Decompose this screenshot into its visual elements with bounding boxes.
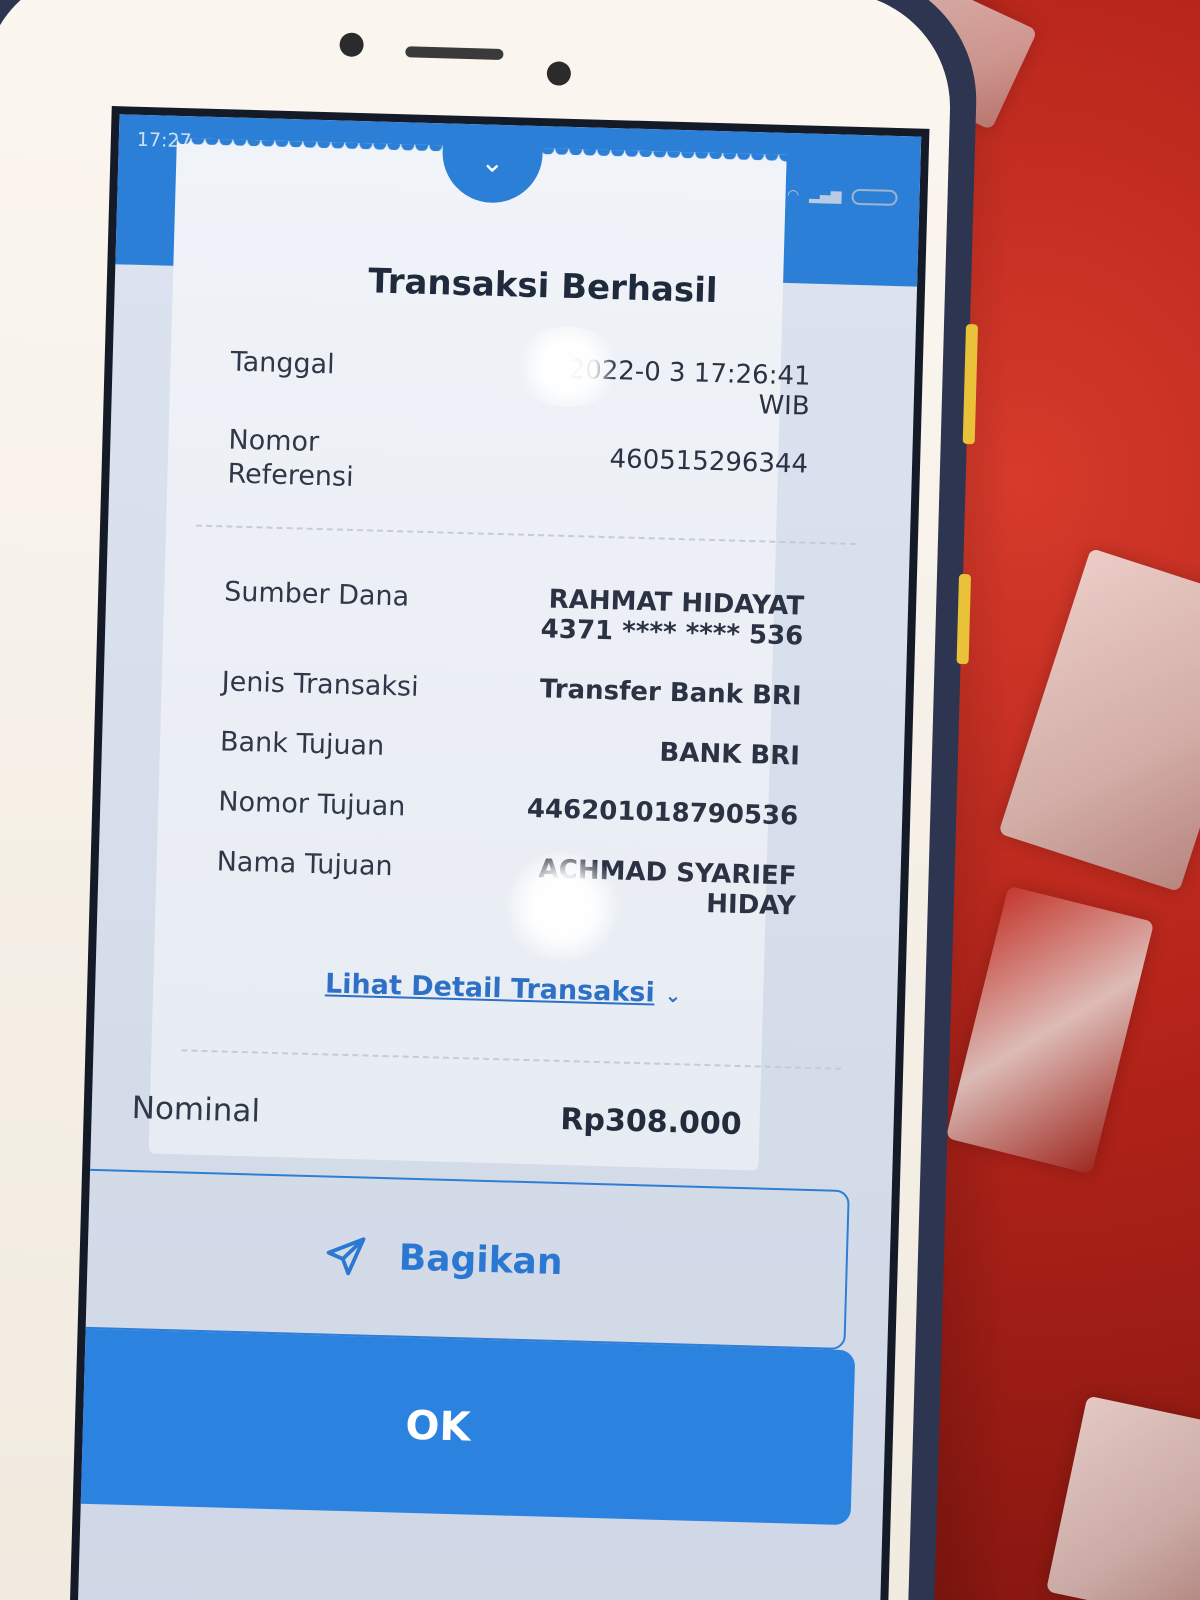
phone: 17:27 ••• ✱ ◠ ▂▄▆ Transaksi Berhasil Tan… xyxy=(0,0,980,1600)
row-nomor-referensi: Nomor Referensi 460515296344 xyxy=(227,423,809,507)
nama-tujuan-label: Nama Tujuan xyxy=(216,846,394,883)
battery-icon xyxy=(851,188,898,207)
share-button[interactable]: Bagikan xyxy=(68,1167,850,1351)
ok-button-label: OK xyxy=(404,1402,472,1451)
ok-button[interactable]: OK xyxy=(68,1327,856,1526)
signal-icon: ▂▄▆ xyxy=(809,187,842,205)
sumber-dana-value: RAHMAT HIDAYAT 4371 **** **** 536 xyxy=(540,584,804,651)
row-nomor-tujuan: Nomor Tujuan 446201018790536 xyxy=(218,785,799,835)
nomor-tujuan-label: Nomor Tujuan xyxy=(217,786,406,823)
row-sumber-dana: Sumber Dana RAHMAT HIDAYAT 4371 **** ***… xyxy=(223,575,805,651)
chevron-down-icon: ⌄ xyxy=(480,145,505,180)
power-button xyxy=(956,573,972,665)
row-jenis-transaksi: Jenis Transaksi Transfer Bank BRI xyxy=(221,665,802,715)
nomor-referensi-label-line2: Referensi xyxy=(227,458,355,493)
share-button-label: Bagikan xyxy=(398,1237,564,1283)
wifi-icon: ◠ xyxy=(786,186,800,204)
jenis-transaksi-value: Transfer Bank BRI xyxy=(539,674,802,712)
bank-tujuan-value: BANK BRI xyxy=(659,737,801,772)
jenis-transaksi-label: Jenis Transaksi xyxy=(221,666,420,703)
row-bank-tujuan: Bank Tujuan BANK BRI xyxy=(220,725,801,775)
receipt-divider xyxy=(196,524,856,546)
bank-tujuan-label: Bank Tujuan xyxy=(219,726,385,762)
receipt-divider xyxy=(181,1049,842,1070)
nominal-label: Nominal xyxy=(131,1090,261,1130)
tanggal-label: Tanggal xyxy=(230,346,336,381)
chevron-down-icon: ⌄ xyxy=(664,982,682,1008)
send-icon xyxy=(326,1237,366,1276)
nomor-tujuan-value: 446201018790536 xyxy=(526,793,799,832)
detail-link-label: Lihat Detail Transaksi xyxy=(324,968,656,1009)
nomor-referensi-label-line1: Nomor xyxy=(228,424,320,458)
sumber-dana-account: 4371 **** **** 536 xyxy=(540,614,804,652)
nomor-referensi-label: Nomor Referensi xyxy=(227,423,355,494)
transaction-receipt: Transaksi Berhasil Tanggal 2022-0 3 17:2… xyxy=(148,143,856,1171)
sumber-dana-label: Sumber Dana xyxy=(223,576,410,613)
nominal-value: Rp308.000 xyxy=(559,1101,743,1143)
view-transaction-detail-link[interactable]: Lihat Detail Transaksi ⌄ xyxy=(153,964,854,1015)
phone-screen: 17:27 ••• ✱ ◠ ▂▄▆ Transaksi Berhasil Tan… xyxy=(68,106,930,1600)
nomor-referensi-value: 460515296344 xyxy=(609,444,809,480)
